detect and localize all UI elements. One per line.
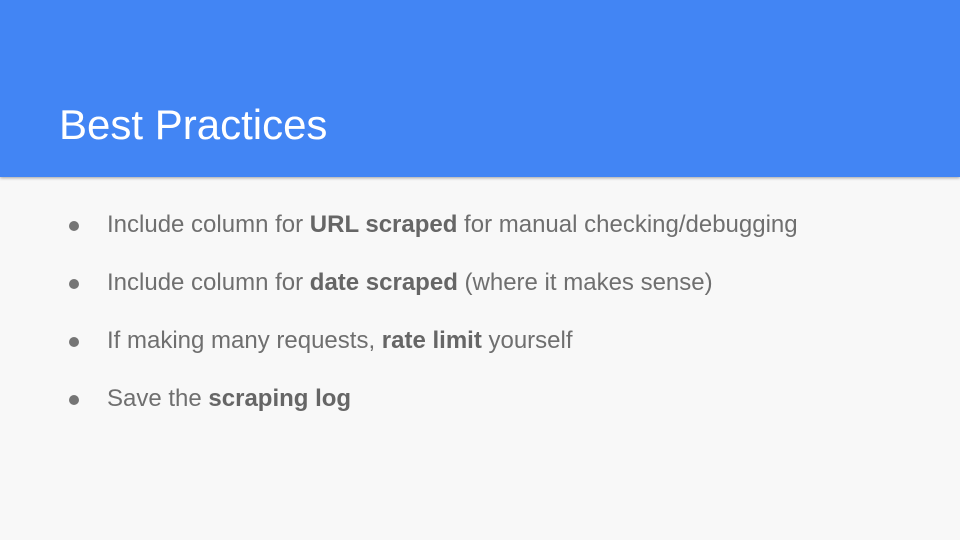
bullet-text-bold: rate limit bbox=[381, 327, 482, 354]
bullet-text-lead: Include column for bbox=[107, 269, 310, 296]
bullet-text-lead: Save the bbox=[107, 385, 209, 412]
bullet-text-bold: URL scraped bbox=[309, 211, 458, 238]
slide: Best Practices Include column for URL sc… bbox=[0, 0, 960, 540]
bullet-text-tail: (where it makes sense) bbox=[457, 269, 713, 296]
bullet-dot-icon bbox=[69, 337, 79, 347]
bullet-text-lead: Include column for bbox=[107, 211, 310, 238]
bullet-text-lead: If making many requests, bbox=[107, 327, 382, 354]
bullet-text-bold: date scraped bbox=[309, 269, 458, 296]
bullet-dot-icon bbox=[69, 279, 79, 289]
slide-title: Best Practices bbox=[59, 101, 328, 148]
bullet-text: Save the scraping log bbox=[107, 380, 351, 418]
bullet-text: Include column for date scraped (where i… bbox=[107, 264, 713, 302]
bullet-text-tail: yourself bbox=[481, 327, 573, 354]
bullet-text: Include column for URL scraped for manua… bbox=[107, 206, 798, 244]
bullet-text-tail: for manual checking/debugging bbox=[457, 211, 798, 238]
bullet-dot-icon bbox=[69, 395, 79, 405]
bullet-text: If making many requests, rate limit your… bbox=[107, 322, 573, 360]
bullet-text-bold: scraping log bbox=[208, 385, 352, 412]
bullet-dot-icon bbox=[69, 221, 79, 231]
title-bar: Best Practices bbox=[0, 0, 960, 177]
